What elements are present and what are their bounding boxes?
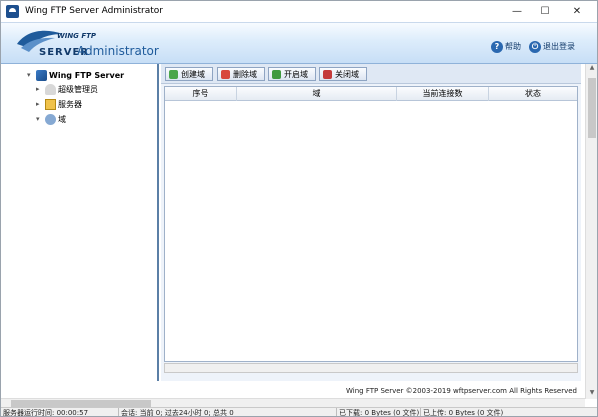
close-button[interactable]: ✕ xyxy=(563,1,591,22)
header-banner: WING FTP SERVER Administrator ? 帮助 ⏻ 退出登… xyxy=(1,22,597,64)
app-icon xyxy=(6,5,19,18)
tree-item-admin[interactable]: ▸ 超级管理员 xyxy=(36,83,98,96)
tree-item-label: 超级管理员 xyxy=(58,85,98,94)
tree-item-services[interactable]: ▸ 服务器 xyxy=(36,98,82,111)
horizontal-scrollbar[interactable] xyxy=(1,398,585,407)
table-horizontal-scrollbar[interactable] xyxy=(164,363,578,373)
tree-item-label: 域 xyxy=(58,115,66,124)
stop-domain-button[interactable]: 关闭域 xyxy=(319,67,367,81)
expand-arrow-icon[interactable]: ▸ xyxy=(36,83,45,96)
domain-table[interactable]: 序号 域 当前连接数 状态 xyxy=(164,86,578,362)
vertical-scrollbar[interactable]: ▲ ▼ xyxy=(585,64,597,399)
column-header-connections[interactable]: 当前连接数 xyxy=(397,87,489,101)
server-icon xyxy=(36,70,47,81)
copyright-footer: Wing FTP Server ©2003-2019 wftpserver.co… xyxy=(346,387,577,395)
collapse-arrow-icon[interactable]: ▾ xyxy=(27,69,36,82)
column-header-index[interactable]: 序号 xyxy=(165,87,237,101)
start-domain-label: 开启域 xyxy=(284,69,308,79)
nav-tree: ▾ Wing FTP Server ▸ 超级管理员 ▸ 服务器 ▾ 域 xyxy=(1,64,159,381)
logo-wing-text: WING FTP xyxy=(57,32,97,40)
help-label: 帮助 xyxy=(505,42,521,51)
logout-label: 退出登录 xyxy=(543,42,575,51)
status-uptime: 服务器运行时间: 00:00:57 xyxy=(1,408,119,416)
logout-button[interactable]: ⏻ 退出登录 xyxy=(529,40,575,53)
delete-domain-button[interactable]: 删除域 xyxy=(217,67,265,81)
stop-icon xyxy=(323,69,332,79)
maximize-button[interactable]: ☐ xyxy=(531,1,559,22)
status-uploaded: 已上传: 0 Bytes (0 文件) xyxy=(423,409,504,417)
help-icon: ? xyxy=(491,40,503,53)
create-domain-button[interactable]: 创建域 xyxy=(165,67,213,81)
scroll-thumb[interactable] xyxy=(11,400,151,407)
delete-domain-label: 删除域 xyxy=(233,69,257,79)
column-header-status[interactable]: 状态 xyxy=(489,87,577,101)
domain-toolbar: 创建域 删除域 开启域 关闭域 xyxy=(161,64,581,84)
status-downloaded: 已下载: 0 Bytes (0 文件) xyxy=(339,408,421,417)
help-button[interactable]: ? 帮助 xyxy=(491,40,521,53)
column-header-domain[interactable]: 域 xyxy=(237,87,397,101)
start-domain-button[interactable]: 开启域 xyxy=(268,67,316,81)
status-sessions: 会话: 当前 0; 过去24小时 0; 总共 0 xyxy=(119,408,337,416)
tree-root-label: Wing FTP Server xyxy=(49,71,125,80)
delete-icon xyxy=(221,69,230,79)
tree-item-label: 服务器 xyxy=(58,100,82,109)
admin-icon xyxy=(45,84,56,95)
table-header: 序号 域 当前连接数 状态 xyxy=(165,87,577,101)
add-icon xyxy=(169,69,178,79)
app-window: Wing FTP Server Administrator — ☐ ✕ WING… xyxy=(0,0,598,417)
scroll-up-icon[interactable]: ▲ xyxy=(586,64,597,74)
title-bar: Wing FTP Server Administrator — ☐ ✕ xyxy=(1,1,597,22)
collapse-arrow-icon[interactable]: ▾ xyxy=(36,113,45,126)
play-icon xyxy=(272,69,281,79)
scroll-down-icon[interactable]: ▼ xyxy=(586,389,597,399)
window-title: Wing FTP Server Administrator xyxy=(25,6,164,16)
create-domain-label: 创建域 xyxy=(181,69,205,79)
services-icon xyxy=(45,99,56,110)
tree-root-server[interactable]: ▾ Wing FTP Server xyxy=(27,69,124,82)
stop-domain-label: 关闭域 xyxy=(335,69,359,79)
domain-panel: 创建域 删除域 开启域 关闭域 序号 域 当前连接数 状态 xyxy=(161,64,581,381)
expand-arrow-icon[interactable]: ▸ xyxy=(36,98,45,111)
domain-icon xyxy=(45,114,56,125)
power-icon: ⏻ xyxy=(529,40,541,53)
minimize-button[interactable]: — xyxy=(503,1,531,22)
tree-item-domain[interactable]: ▾ 域 xyxy=(36,113,66,126)
scroll-thumb[interactable] xyxy=(588,78,596,138)
status-bar: 服务器运行时间: 00:00:57 会话: 当前 0; 过去24小时 0; 总共… xyxy=(1,407,597,417)
logo-admin-text: Administrator xyxy=(77,44,159,58)
